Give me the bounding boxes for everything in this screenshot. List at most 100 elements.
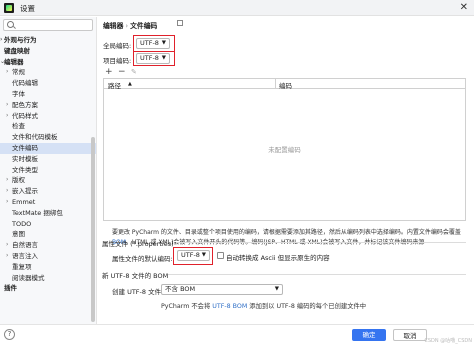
sort-asc-icon: ▲ [128,81,132,87]
sidebar-item[interactable]: 字体 [0,89,96,100]
sidebar-item[interactable]: 文件类型 [0,165,96,176]
encoding-column-header[interactable]: 编码 [279,80,292,90]
sidebar-item[interactable]: 键盘映射 [0,46,96,57]
sidebar-item-label: 意图 [12,230,25,239]
sidebar-item[interactable]: › 嵌入提示 [0,186,96,197]
sidebar-item-label: 版权 [12,176,25,185]
sidebar-item[interactable]: 实时模板 [0,154,96,165]
pycharm-logo-icon [4,3,14,13]
chevron-right-icon[interactable]: › [6,175,8,186]
encoding-toolbar: + − ✎ [103,68,403,78]
path-column-header[interactable]: 路径 [108,80,121,90]
edit-icon[interactable]: ✎ [131,68,137,77]
description-part1: 要更改 PyCharm 的文件、目录或整个项目使用的编码，请根据需要添加其路径，… [112,229,461,236]
sidebar-item[interactable]: › 配色方案 [0,100,96,111]
sidebar-item-label: Emmet [12,197,36,206]
sidebar-item[interactable]: ⌄ 编辑器 [0,57,96,68]
chevron-right-icon[interactable]: › [6,111,8,122]
chevron-down-icon: ▼ [161,55,166,61]
chevron-down-icon: ▼ [161,40,166,46]
settings-search-input[interactable] [3,19,93,31]
bom-note-part1: PyCharm 不会将 [161,303,211,310]
project-encoding-label: 项目编码: [103,57,132,65]
sidebar-item-label: 键盘映射 [4,46,30,55]
cancel-button[interactable]: 取消 [393,329,427,341]
sidebar-item-label: TODO [12,219,32,228]
sidebar-item[interactable]: › Emmet [0,197,96,208]
title-bar: 设置 ✕ [0,0,474,16]
sidebar-item-label: 文件编码 [12,143,38,152]
chevron-down-icon: ▼ [274,286,279,292]
project-encoding-value: UTF-8 [140,54,159,62]
sidebar-item-label: 外观与行为 [4,36,37,44]
bom-section-title: 新 UTF-8 文件的 BOM [102,272,169,280]
chevron-right-icon[interactable]: › [6,67,8,78]
remove-icon[interactable]: − [118,68,126,77]
global-encoding-select[interactable]: UTF-8 ▼ [136,38,170,49]
sidebar-item-label: 实时模板 [12,154,38,163]
sidebar-item-label: 常规 [12,68,25,77]
sidebar-item[interactable]: › 常规 [0,67,96,78]
chevron-right-icon[interactable]: › [0,35,2,46]
close-icon[interactable]: ✕ [460,2,468,13]
ascii-checkbox[interactable] [217,252,224,259]
bom-note: PyCharm 不会将 UTF-8 BOM 添加到以 UTF-8 编码的每个已创… [161,301,366,310]
sidebar-item[interactable]: 插件 [0,283,96,294]
sidebar-item[interactable]: › 版权 [0,175,96,186]
main-panel: 编辑器 › 文件编码 全局编码: UTF-8 ▼ 项目编码: UTF-8 ▼ + − ✎… [98,17,474,324]
sidebar-item[interactable]: › 外观与行为 [0,35,96,46]
properties-encoding-value: UTF-8 [181,251,200,259]
sidebar-item-label: 嵌入提示 [12,187,38,196]
breadcrumb: 编辑器 › 文件编码 [103,20,157,30]
sidebar-scrollbar[interactable] [91,137,95,322]
sidebar-item[interactable]: 文件和代码模板 [0,132,96,143]
breadcrumb-current: 文件编码 [130,22,158,30]
ok-button[interactable]: 确定 [352,329,386,341]
sidebar-item-label: 编辑器 [4,57,24,66]
chevron-down-icon[interactable]: ⌄ [0,57,5,68]
pin-grid-icon[interactable] [177,20,183,26]
sidebar-item[interactable]: › 自然语言 [0,240,96,251]
chevron-right-icon[interactable]: › [6,197,8,208]
breadcrumb-parent[interactable]: 编辑器 [103,22,123,30]
global-encoding-label: 全局编码: [103,42,132,50]
sidebar-item-label: 字体 [12,89,25,98]
chevron-right-icon[interactable]: › [6,100,8,111]
encoding-table[interactable]: 路径 ▲ 编码 未配置编码 [103,78,466,221]
sidebar-item-label: 重复项 [12,262,32,271]
project-encoding-select[interactable]: UTF-8 ▼ [136,53,170,64]
properties-encoding-select[interactable]: UTF-8 ▼ [177,250,210,261]
sidebar-item[interactable]: 文件编码 [0,142,96,154]
sidebar-item-label: 代码编辑 [12,79,38,88]
help-icon[interactable]: ? [4,329,15,340]
settings-tree: › 外观与行为 键盘映射 ⌄ 编辑器 › 常规 代码编辑 字体 › 配色方案 › 代码样式 检查 文件和代码… [0,35,96,294]
sidebar-item[interactable]: 意图 [0,229,96,240]
properties-section-title: 属性文件 (*.properties) [102,240,174,248]
sidebar-item[interactable]: TextMate 捆绑包 [0,208,96,219]
sidebar-item-label: 文件和代码模板 [12,133,58,142]
sidebar-item-label: 配色方案 [12,100,38,109]
column-divider[interactable] [275,79,276,89]
sidebar-item[interactable]: 代码编辑 [0,78,96,89]
sidebar-item[interactable]: 检查 [0,121,96,132]
sidebar-item-label: 自然语言 [12,241,38,250]
chevron-right-icon[interactable]: › [6,186,8,197]
global-encoding-value: UTF-8 [140,39,159,47]
utf8-bom-link[interactable]: UTF-8 BOM [212,303,247,310]
sidebar-item[interactable]: › 语言注入 [0,251,96,262]
bom-create-label: 创建 UTF-8 文件: [112,288,164,296]
add-icon[interactable]: + [105,68,113,77]
chevron-right-icon[interactable]: › [6,240,8,251]
sidebar-item-label: 语言注入 [12,251,38,260]
window-title: 设置 [20,4,35,13]
ascii-checkbox-label[interactable]: 自动转换成 Ascii 但显示原生的内容 [226,252,330,262]
sidebar-item-label: TextMate 捆绑包 [12,208,63,217]
bom-note-part2: 添加到以 UTF-8 编码的每个已创建文件中 [249,303,367,310]
sidebar-item[interactable]: TODO [0,219,96,230]
sidebar-item[interactable]: 重复项 [0,262,96,273]
watermark-text: CSDN @咕噜_CSDN [424,338,472,344]
chevron-right-icon[interactable]: › [6,251,8,262]
sidebar-item[interactable]: 阅读器模式 [0,273,96,284]
sidebar-item[interactable]: › 代码样式 [0,111,96,122]
bom-create-select[interactable]: 不含 BOM ▼ [161,284,283,295]
